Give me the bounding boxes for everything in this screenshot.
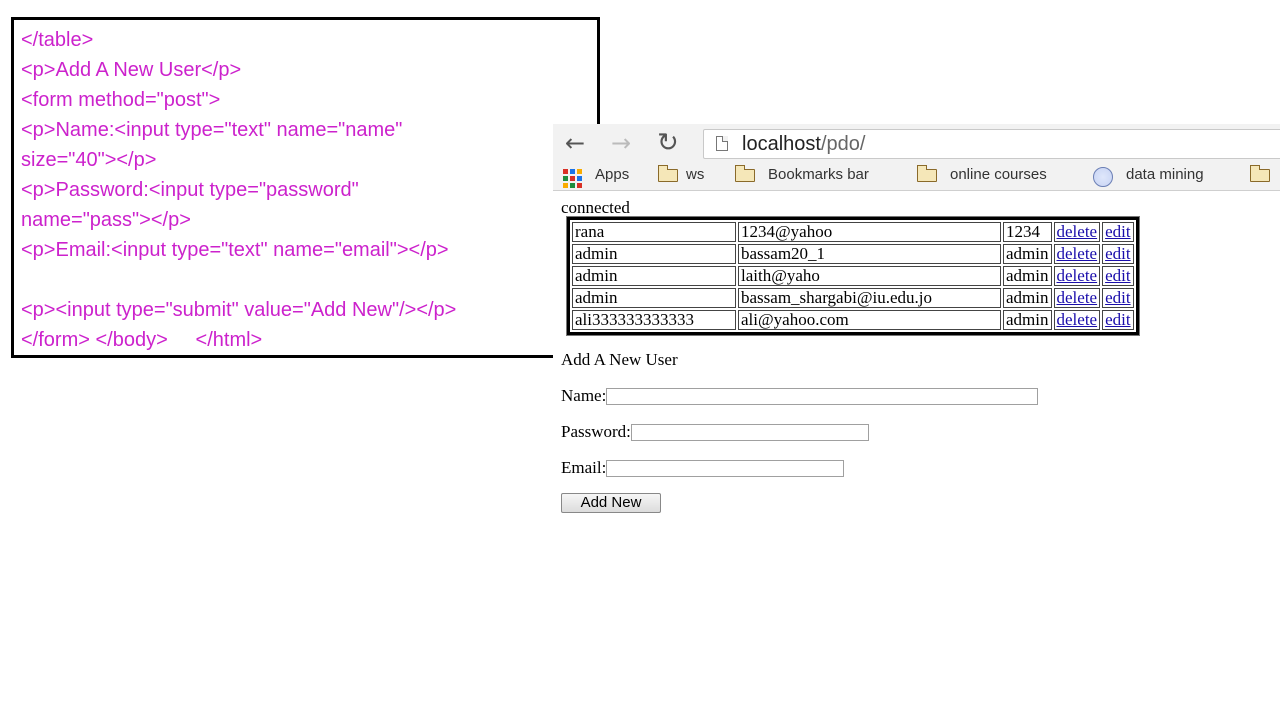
user-pass-cell: admin <box>1003 266 1052 286</box>
code-line: <p>Password:<input type="password" <box>21 179 359 201</box>
connection-status: connected <box>561 198 630 217</box>
edit-link[interactable]: edit <box>1105 244 1131 263</box>
user-name-cell: admin <box>572 266 736 286</box>
browser-window: ← → ↻ localhost/pdo/ Apps ws Bookmarks b… <box>553 124 1280 720</box>
user-email-cell: ali@yahoo.com <box>738 310 1001 330</box>
table-row: ali333333333333 ali@yahoo.com admin dele… <box>572 310 1134 330</box>
users-table: rana 1234@yahoo 1234 delete edit admin b… <box>566 216 1140 336</box>
bookmark-online-courses[interactable]: online courses <box>916 165 1077 187</box>
password-label: Password: <box>561 422 631 442</box>
folder-icon <box>1249 165 1270 182</box>
name-row: Name: <box>561 385 1039 406</box>
delete-cell: delete <box>1053 266 1101 286</box>
user-pass-cell: 1234 <box>1003 222 1052 242</box>
delete-cell: delete <box>1053 310 1101 330</box>
add-new-button[interactable]: Add New <box>561 493 661 513</box>
email-label: Email: <box>561 458 607 478</box>
user-pass-cell: admin <box>1003 310 1052 330</box>
user-email-cell: laith@yaho <box>738 266 1001 286</box>
edit-cell: edit <box>1102 310 1134 330</box>
bookmark-overflow-folder[interactable] <box>1249 165 1280 187</box>
table-row: rana 1234@yahoo 1234 delete edit <box>572 222 1134 242</box>
code-line: <p>Add A New User</p> <box>21 59 242 81</box>
apps-icon <box>563 169 582 188</box>
delete-link[interactable]: delete <box>1057 310 1098 329</box>
delete-cell: delete <box>1053 288 1101 308</box>
table-row: admin laith@yaho admin delete edit <box>572 266 1134 286</box>
edit-link[interactable]: edit <box>1105 288 1131 307</box>
user-name-cell: rana <box>572 222 736 242</box>
password-row: Password: <box>561 421 869 442</box>
code-line: </table> <box>21 29 94 51</box>
code-line: size="40"></p> <box>21 149 157 171</box>
edit-link[interactable]: edit <box>1105 222 1131 241</box>
form-title: Add A New User <box>561 350 678 369</box>
back-arrow-icon[interactable]: ← <box>565 129 585 157</box>
edit-cell: edit <box>1102 244 1134 264</box>
user-email-cell: 1234@yahoo <box>738 222 1001 242</box>
email-row: Email: <box>561 457 845 478</box>
url-text[interactable]: localhost/pdo/ <box>742 133 865 156</box>
folder-icon <box>916 165 937 182</box>
user-pass-cell: admin <box>1003 288 1052 308</box>
user-name-cell: admin <box>572 244 736 264</box>
table-row: admin bassam20_1 admin delete edit <box>572 244 1134 264</box>
delete-link[interactable]: delete <box>1057 288 1098 307</box>
code-line: <p>Email:<input type="text" name="email"… <box>21 239 449 261</box>
code-line: <p><input type="submit" value="Add New"/… <box>21 299 457 321</box>
browser-toolbar: ← → ↻ localhost/pdo/ <box>553 124 1280 162</box>
code-line: </form> </body> </html> <box>21 329 263 351</box>
edit-cell: edit <box>1102 266 1134 286</box>
forward-arrow-icon[interactable]: → <box>611 129 631 157</box>
table-row: admin bassam_shargabi@iu.edu.jo admin de… <box>572 288 1134 308</box>
page-icon <box>716 136 728 151</box>
bookmarks-bar: Apps ws Bookmarks bar online courses dat… <box>553 162 1280 191</box>
edit-link[interactable]: edit <box>1105 310 1131 329</box>
code-line: <p>Name:<input type="text" name="name" <box>21 119 403 141</box>
bookmark-bookmarks-bar[interactable]: Bookmarks bar <box>734 165 895 187</box>
folder-icon <box>734 165 755 182</box>
bookmark-data-mining[interactable]: data mining <box>1093 165 1233 187</box>
reload-icon[interactable]: ↻ <box>657 129 679 157</box>
user-name-cell: ali333333333333 <box>572 310 736 330</box>
delete-link[interactable]: delete <box>1057 222 1098 241</box>
globe-icon <box>1093 167 1113 187</box>
folder-icon <box>657 165 678 182</box>
bookmark-ws[interactable]: ws <box>657 165 718 187</box>
name-input[interactable] <box>606 387 1039 405</box>
name-label: Name: <box>561 386 607 406</box>
user-pass-cell: admin <box>1003 244 1052 264</box>
delete-cell: delete <box>1053 222 1101 242</box>
edit-cell: edit <box>1102 222 1134 242</box>
delete-link[interactable]: delete <box>1057 244 1098 263</box>
delete-cell: delete <box>1053 244 1101 264</box>
password-input[interactable] <box>630 423 869 441</box>
delete-link[interactable]: delete <box>1057 266 1098 285</box>
user-email-cell: bassam20_1 <box>738 244 1001 264</box>
edit-cell: edit <box>1102 288 1134 308</box>
email-input[interactable] <box>606 459 845 477</box>
code-line: <form method="post"> <box>21 89 221 111</box>
user-name-cell: admin <box>572 288 736 308</box>
user-email-cell: bassam_shargabi@iu.edu.jo <box>738 288 1001 308</box>
bookmark-apps[interactable]: Apps <box>563 165 633 188</box>
code-snippet-panel: </table> <p>Add A New User</p> <form met… <box>11 17 600 358</box>
address-bar[interactable]: localhost/pdo/ <box>703 129 1280 159</box>
code-line: name="pass"></p> <box>21 209 191 231</box>
edit-link[interactable]: edit <box>1105 266 1131 285</box>
